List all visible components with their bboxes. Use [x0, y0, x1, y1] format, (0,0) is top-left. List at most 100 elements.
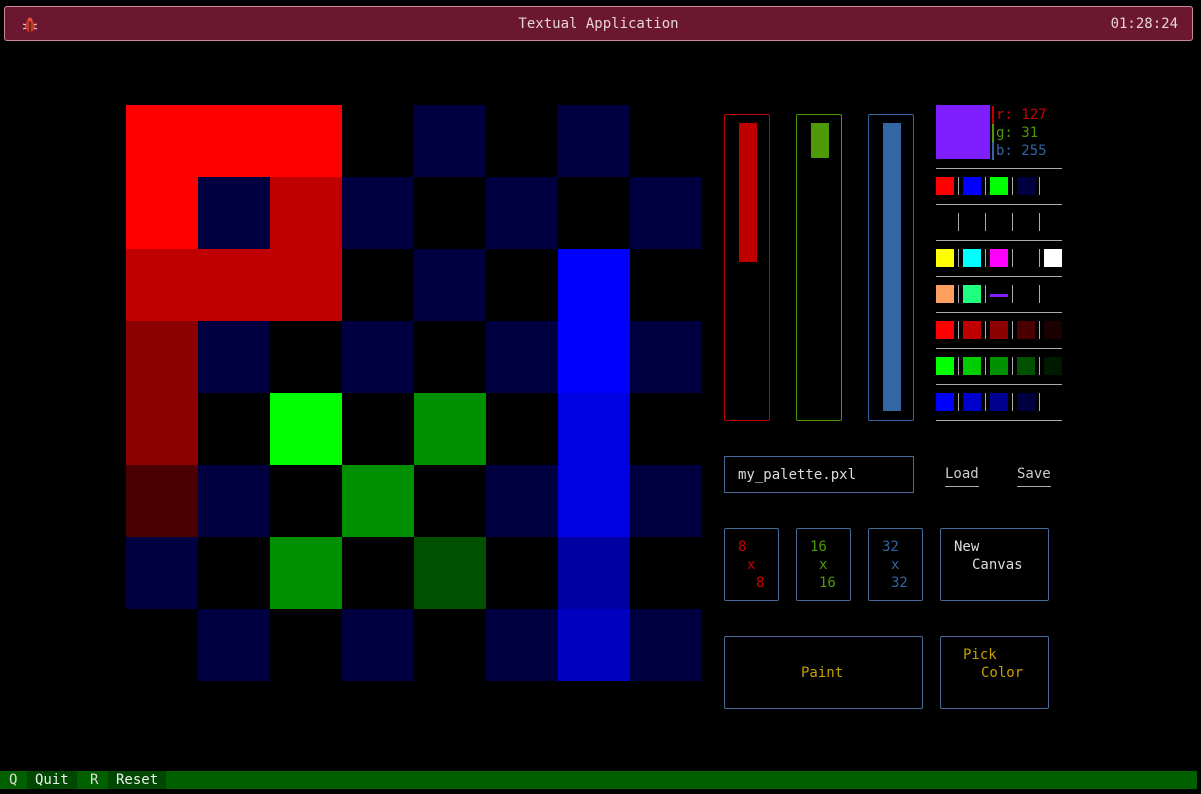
size-16-button[interactable]: 16 x 16: [796, 528, 851, 601]
palette-swatch[interactable]: [936, 213, 954, 231]
reset-binding[interactable]: Reset: [108, 771, 167, 789]
size-8-button[interactable]: 8x8: [724, 528, 779, 601]
canvas-pixel[interactable]: [486, 393, 558, 465]
canvas-pixel[interactable]: [630, 609, 702, 681]
red-slider-fill[interactable]: [739, 123, 757, 263]
canvas-pixel[interactable]: [198, 249, 270, 321]
palette-swatch[interactable]: [990, 213, 1008, 231]
canvas-pixel[interactable]: [558, 177, 630, 249]
canvas-pixel[interactable]: [486, 537, 558, 609]
green-slider[interactable]: [796, 114, 842, 421]
canvas-pixel[interactable]: [630, 465, 702, 537]
filename-input[interactable]: [724, 456, 914, 493]
palette-swatch[interactable]: [1017, 285, 1035, 303]
load-button[interactable]: Load: [945, 466, 979, 487]
palette-swatch[interactable]: [1044, 249, 1062, 267]
canvas-pixel[interactable]: [126, 177, 198, 249]
canvas-pixel[interactable]: [270, 249, 342, 321]
canvas-pixel[interactable]: [126, 609, 198, 681]
palette-swatch[interactable]: [990, 249, 1008, 267]
palette-swatch[interactable]: [936, 321, 954, 339]
palette-swatch[interactable]: [990, 177, 1008, 195]
red-slider[interactable]: [724, 114, 770, 421]
canvas-pixel[interactable]: [342, 177, 414, 249]
canvas-pixel[interactable]: [198, 321, 270, 393]
canvas-pixel[interactable]: [126, 393, 198, 465]
pick-color-button[interactable]: Pick Color: [940, 636, 1049, 709]
canvas-pixel[interactable]: [270, 537, 342, 609]
canvas-pixel[interactable]: [270, 609, 342, 681]
size-32-button[interactable]: 32 x 32: [868, 528, 923, 601]
canvas-pixel[interactable]: [630, 177, 702, 249]
palette-swatch[interactable]: [963, 357, 981, 375]
canvas-pixel[interactable]: [270, 105, 342, 177]
blue-slider[interactable]: [868, 114, 914, 421]
quit-binding[interactable]: Quit: [27, 771, 77, 789]
palette-swatch[interactable]: [963, 249, 981, 267]
canvas-pixel[interactable]: [198, 609, 270, 681]
palette-swatch[interactable]: [1017, 177, 1035, 195]
canvas-pixel[interactable]: [342, 321, 414, 393]
canvas-pixel[interactable]: [126, 537, 198, 609]
canvas-pixel[interactable]: [414, 321, 486, 393]
palette-swatch[interactable]: [1017, 249, 1035, 267]
palette-swatch[interactable]: [1017, 321, 1035, 339]
green-slider-fill[interactable]: [811, 123, 829, 158]
palette-swatch[interactable]: [1044, 321, 1062, 339]
canvas-pixel[interactable]: [486, 609, 558, 681]
canvas-pixel[interactable]: [630, 105, 702, 177]
save-button[interactable]: Save: [1017, 466, 1051, 487]
canvas-pixel[interactable]: [630, 393, 702, 465]
canvas-pixel[interactable]: [486, 249, 558, 321]
palette-swatch-selected[interactable]: [990, 285, 1008, 297]
canvas-pixel[interactable]: [486, 105, 558, 177]
canvas-pixel[interactable]: [270, 393, 342, 465]
canvas-pixel[interactable]: [414, 609, 486, 681]
canvas-pixel[interactable]: [558, 609, 630, 681]
new-canvas-button[interactable]: New Canvas: [940, 528, 1049, 601]
canvas-pixel[interactable]: [126, 249, 198, 321]
canvas-pixel[interactable]: [198, 537, 270, 609]
canvas-pixel[interactable]: [486, 177, 558, 249]
canvas-pixel[interactable]: [414, 177, 486, 249]
palette-swatch[interactable]: [1044, 213, 1062, 231]
palette-swatch[interactable]: [1017, 357, 1035, 375]
canvas-pixel[interactable]: [486, 465, 558, 537]
canvas-pixel[interactable]: [198, 393, 270, 465]
canvas-pixel[interactable]: [558, 321, 630, 393]
palette-swatch[interactable]: [936, 249, 954, 267]
canvas-pixel[interactable]: [630, 249, 702, 321]
canvas-pixel[interactable]: [342, 465, 414, 537]
canvas-pixel[interactable]: [414, 249, 486, 321]
palette-swatch[interactable]: [963, 285, 981, 303]
palette-swatch[interactable]: [963, 177, 981, 195]
blue-slider-fill[interactable]: [883, 123, 901, 411]
canvas-pixel[interactable]: [342, 609, 414, 681]
canvas-pixel[interactable]: [630, 321, 702, 393]
canvas-pixel[interactable]: [414, 393, 486, 465]
canvas-pixel[interactable]: [414, 537, 486, 609]
palette-swatch[interactable]: [990, 321, 1008, 339]
palette-swatch[interactable]: [936, 357, 954, 375]
canvas-pixel[interactable]: [486, 321, 558, 393]
canvas-pixel[interactable]: [342, 249, 414, 321]
palette-swatch[interactable]: [1017, 213, 1035, 231]
canvas-pixel[interactable]: [558, 393, 630, 465]
canvas-pixel[interactable]: [630, 537, 702, 609]
canvas-pixel[interactable]: [558, 465, 630, 537]
canvas-pixel[interactable]: [198, 177, 270, 249]
canvas-pixel[interactable]: [126, 321, 198, 393]
palette-swatch[interactable]: [990, 357, 1008, 375]
palette-swatch[interactable]: [1017, 393, 1035, 411]
palette-swatch[interactable]: [936, 285, 954, 303]
canvas-pixel[interactable]: [126, 105, 198, 177]
canvas-pixel[interactable]: [270, 321, 342, 393]
palette-swatch[interactable]: [936, 393, 954, 411]
pixel-canvas[interactable]: [126, 105, 702, 681]
palette-swatch[interactable]: [1044, 285, 1062, 303]
palette-swatch[interactable]: [1044, 393, 1062, 411]
canvas-pixel[interactable]: [558, 537, 630, 609]
palette-swatch[interactable]: [990, 393, 1008, 411]
palette-swatch[interactable]: [1044, 357, 1062, 375]
palette-swatch[interactable]: [1044, 177, 1062, 195]
